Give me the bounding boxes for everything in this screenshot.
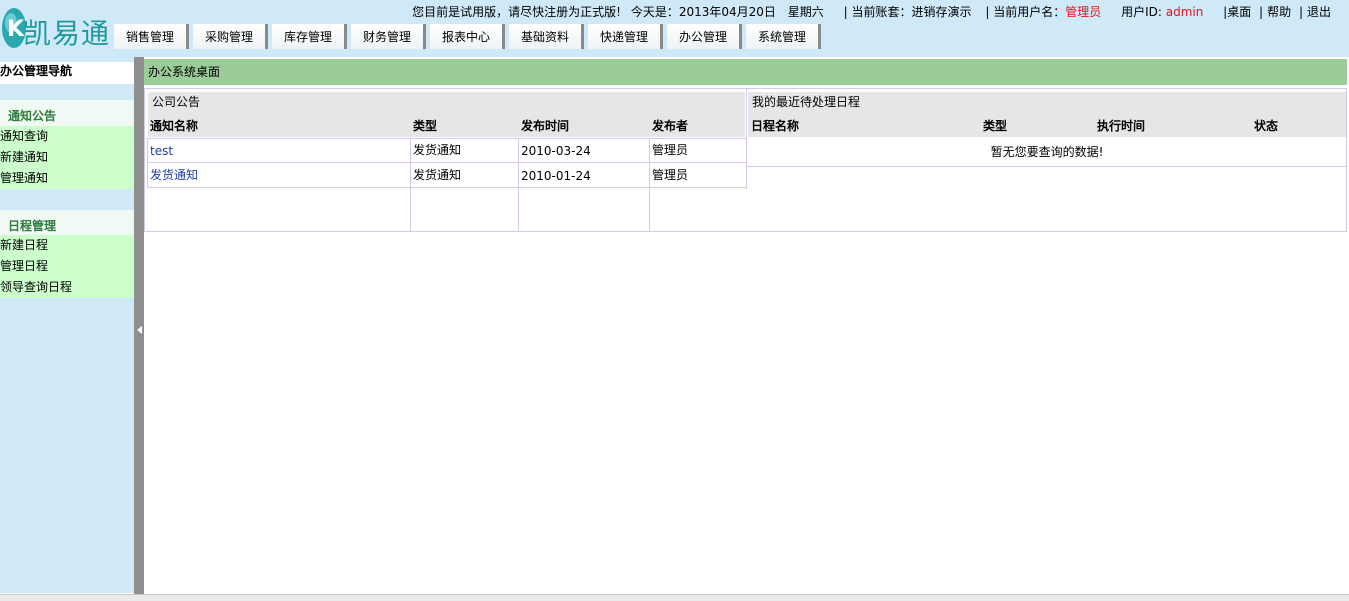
sidebar-title: 办公管理导航 bbox=[0, 62, 134, 84]
menu-basic-data[interactable]: 基础资料 bbox=[509, 24, 584, 49]
notices-divider bbox=[649, 138, 650, 232]
notice-row-1-date: 2010-03-24 bbox=[521, 144, 591, 158]
menu-express[interactable]: 快递管理 bbox=[588, 24, 663, 49]
notices-divider bbox=[147, 162, 747, 163]
schedule-panel-title: 我的最近待处理日程 bbox=[748, 92, 1346, 114]
schedule-col-time: 执行时间 bbox=[1097, 119, 1146, 133]
sidebar-item-notice-query[interactable]: 通知查询 bbox=[0, 126, 134, 147]
sidebar-item-new-schedule[interactable]: 新建日程 bbox=[0, 235, 134, 256]
current-weekday: 星期六 bbox=[787, 5, 824, 19]
notice-row-1-publisher: 管理员 bbox=[652, 143, 689, 157]
collapse-arrow-icon[interactable] bbox=[137, 326, 142, 334]
top-status-bar: 您目前是试用版，请尽快注册为正式版! 今天是：2013年04月20日 星期六 |… bbox=[412, 5, 1331, 19]
schedule-col-status: 状态 bbox=[1254, 119, 1279, 133]
desktop-link[interactable]: 桌面 bbox=[1227, 5, 1251, 19]
brand-logo[interactable]: K 凯易通 bbox=[0, 6, 111, 50]
user-label: 当前用户名： bbox=[993, 5, 1066, 19]
sidebar-group-notices[interactable]: 通知公告 bbox=[0, 100, 134, 126]
notices-divider bbox=[147, 138, 148, 188]
menu-sales[interactable]: 销售管理 bbox=[114, 24, 189, 49]
sidebar-item-leader-schedule[interactable]: 领导查询日程 bbox=[0, 277, 134, 298]
notices-col-publisher: 发布者 bbox=[652, 119, 689, 133]
menu-office[interactable]: 办公管理 bbox=[667, 24, 742, 49]
notice-row-2-type: 发货通知 bbox=[413, 168, 462, 182]
header: K 凯易通 您目前是试用版，请尽快注册为正式版! 今天是：2013年04月20日… bbox=[0, 0, 1349, 57]
logout-link[interactable]: 退出 bbox=[1307, 5, 1331, 19]
help-link[interactable]: 帮助 bbox=[1267, 5, 1291, 19]
notices-divider bbox=[518, 138, 519, 232]
notice-row-1-type: 发货通知 bbox=[413, 143, 462, 157]
notices-panel-title: 公司公告 bbox=[148, 92, 745, 114]
current-account: 进销存演示 bbox=[911, 5, 972, 19]
page-title: 办公系统桌面 bbox=[144, 59, 1347, 85]
sidebar: 办公管理导航 通知公告 通知查询 新建通知 管理通知 日程管理 新建日程 管理日… bbox=[0, 57, 134, 593]
menu-finance[interactable]: 财务管理 bbox=[351, 24, 426, 49]
today-label: 今天是： bbox=[630, 5, 679, 19]
notices-col-name: 通知名称 bbox=[150, 119, 199, 133]
schedule-col-type: 类型 bbox=[983, 119, 1008, 133]
menu-inventory[interactable]: 库存管理 bbox=[272, 24, 347, 49]
schedule-divider bbox=[747, 166, 1347, 167]
current-date: 2013年04月20日 bbox=[678, 5, 776, 19]
trial-notice: 您目前是试用版，请尽快注册为正式版! bbox=[412, 5, 621, 19]
sidebar-group-notices-items: 通知查询 新建通知 管理通知 bbox=[0, 126, 134, 189]
notice-row-1-name[interactable]: test bbox=[150, 139, 173, 162]
notices-col-type: 类型 bbox=[413, 119, 438, 133]
userid-label: 用户ID: bbox=[1121, 5, 1162, 19]
notice-row-2-date: 2010-01-24 bbox=[521, 169, 591, 183]
menu-reports[interactable]: 报表中心 bbox=[430, 24, 505, 49]
notice-row-2-name[interactable]: 发货通知 bbox=[150, 163, 198, 186]
notices-divider bbox=[410, 138, 411, 232]
sidebar-item-manage-schedule[interactable]: 管理日程 bbox=[0, 256, 134, 277]
brand-name: 凯易通 bbox=[23, 17, 111, 50]
main-menu: 销售管理 采购管理 库存管理 财务管理 报表中心 基础资料 快递管理 办公管理 … bbox=[114, 24, 825, 51]
schedule-col-name: 日程名称 bbox=[751, 119, 800, 133]
menu-system[interactable]: 系统管理 bbox=[746, 24, 821, 49]
sidebar-group-schedule-items: 新建日程 管理日程 领导查询日程 bbox=[0, 235, 134, 298]
sidebar-item-manage-notice[interactable]: 管理通知 bbox=[0, 168, 134, 189]
sidebar-item-new-notice[interactable]: 新建通知 bbox=[0, 147, 134, 168]
schedule-empty-message: 暂无您要查询的数据! bbox=[990, 145, 1104, 159]
account-label: 当前账套： bbox=[851, 5, 912, 19]
notices-divider bbox=[147, 138, 747, 139]
current-userid: admin bbox=[1165, 5, 1204, 19]
notices-divider bbox=[147, 187, 747, 188]
menu-purchase[interactable]: 采购管理 bbox=[193, 24, 268, 49]
sidebar-group-schedule[interactable]: 日程管理 bbox=[0, 210, 134, 236]
notices-divider bbox=[746, 89, 747, 189]
notices-col-date: 发布时间 bbox=[521, 119, 570, 133]
current-user: 管理员 bbox=[1065, 5, 1102, 19]
notice-row-2-publisher: 管理员 bbox=[652, 168, 689, 182]
